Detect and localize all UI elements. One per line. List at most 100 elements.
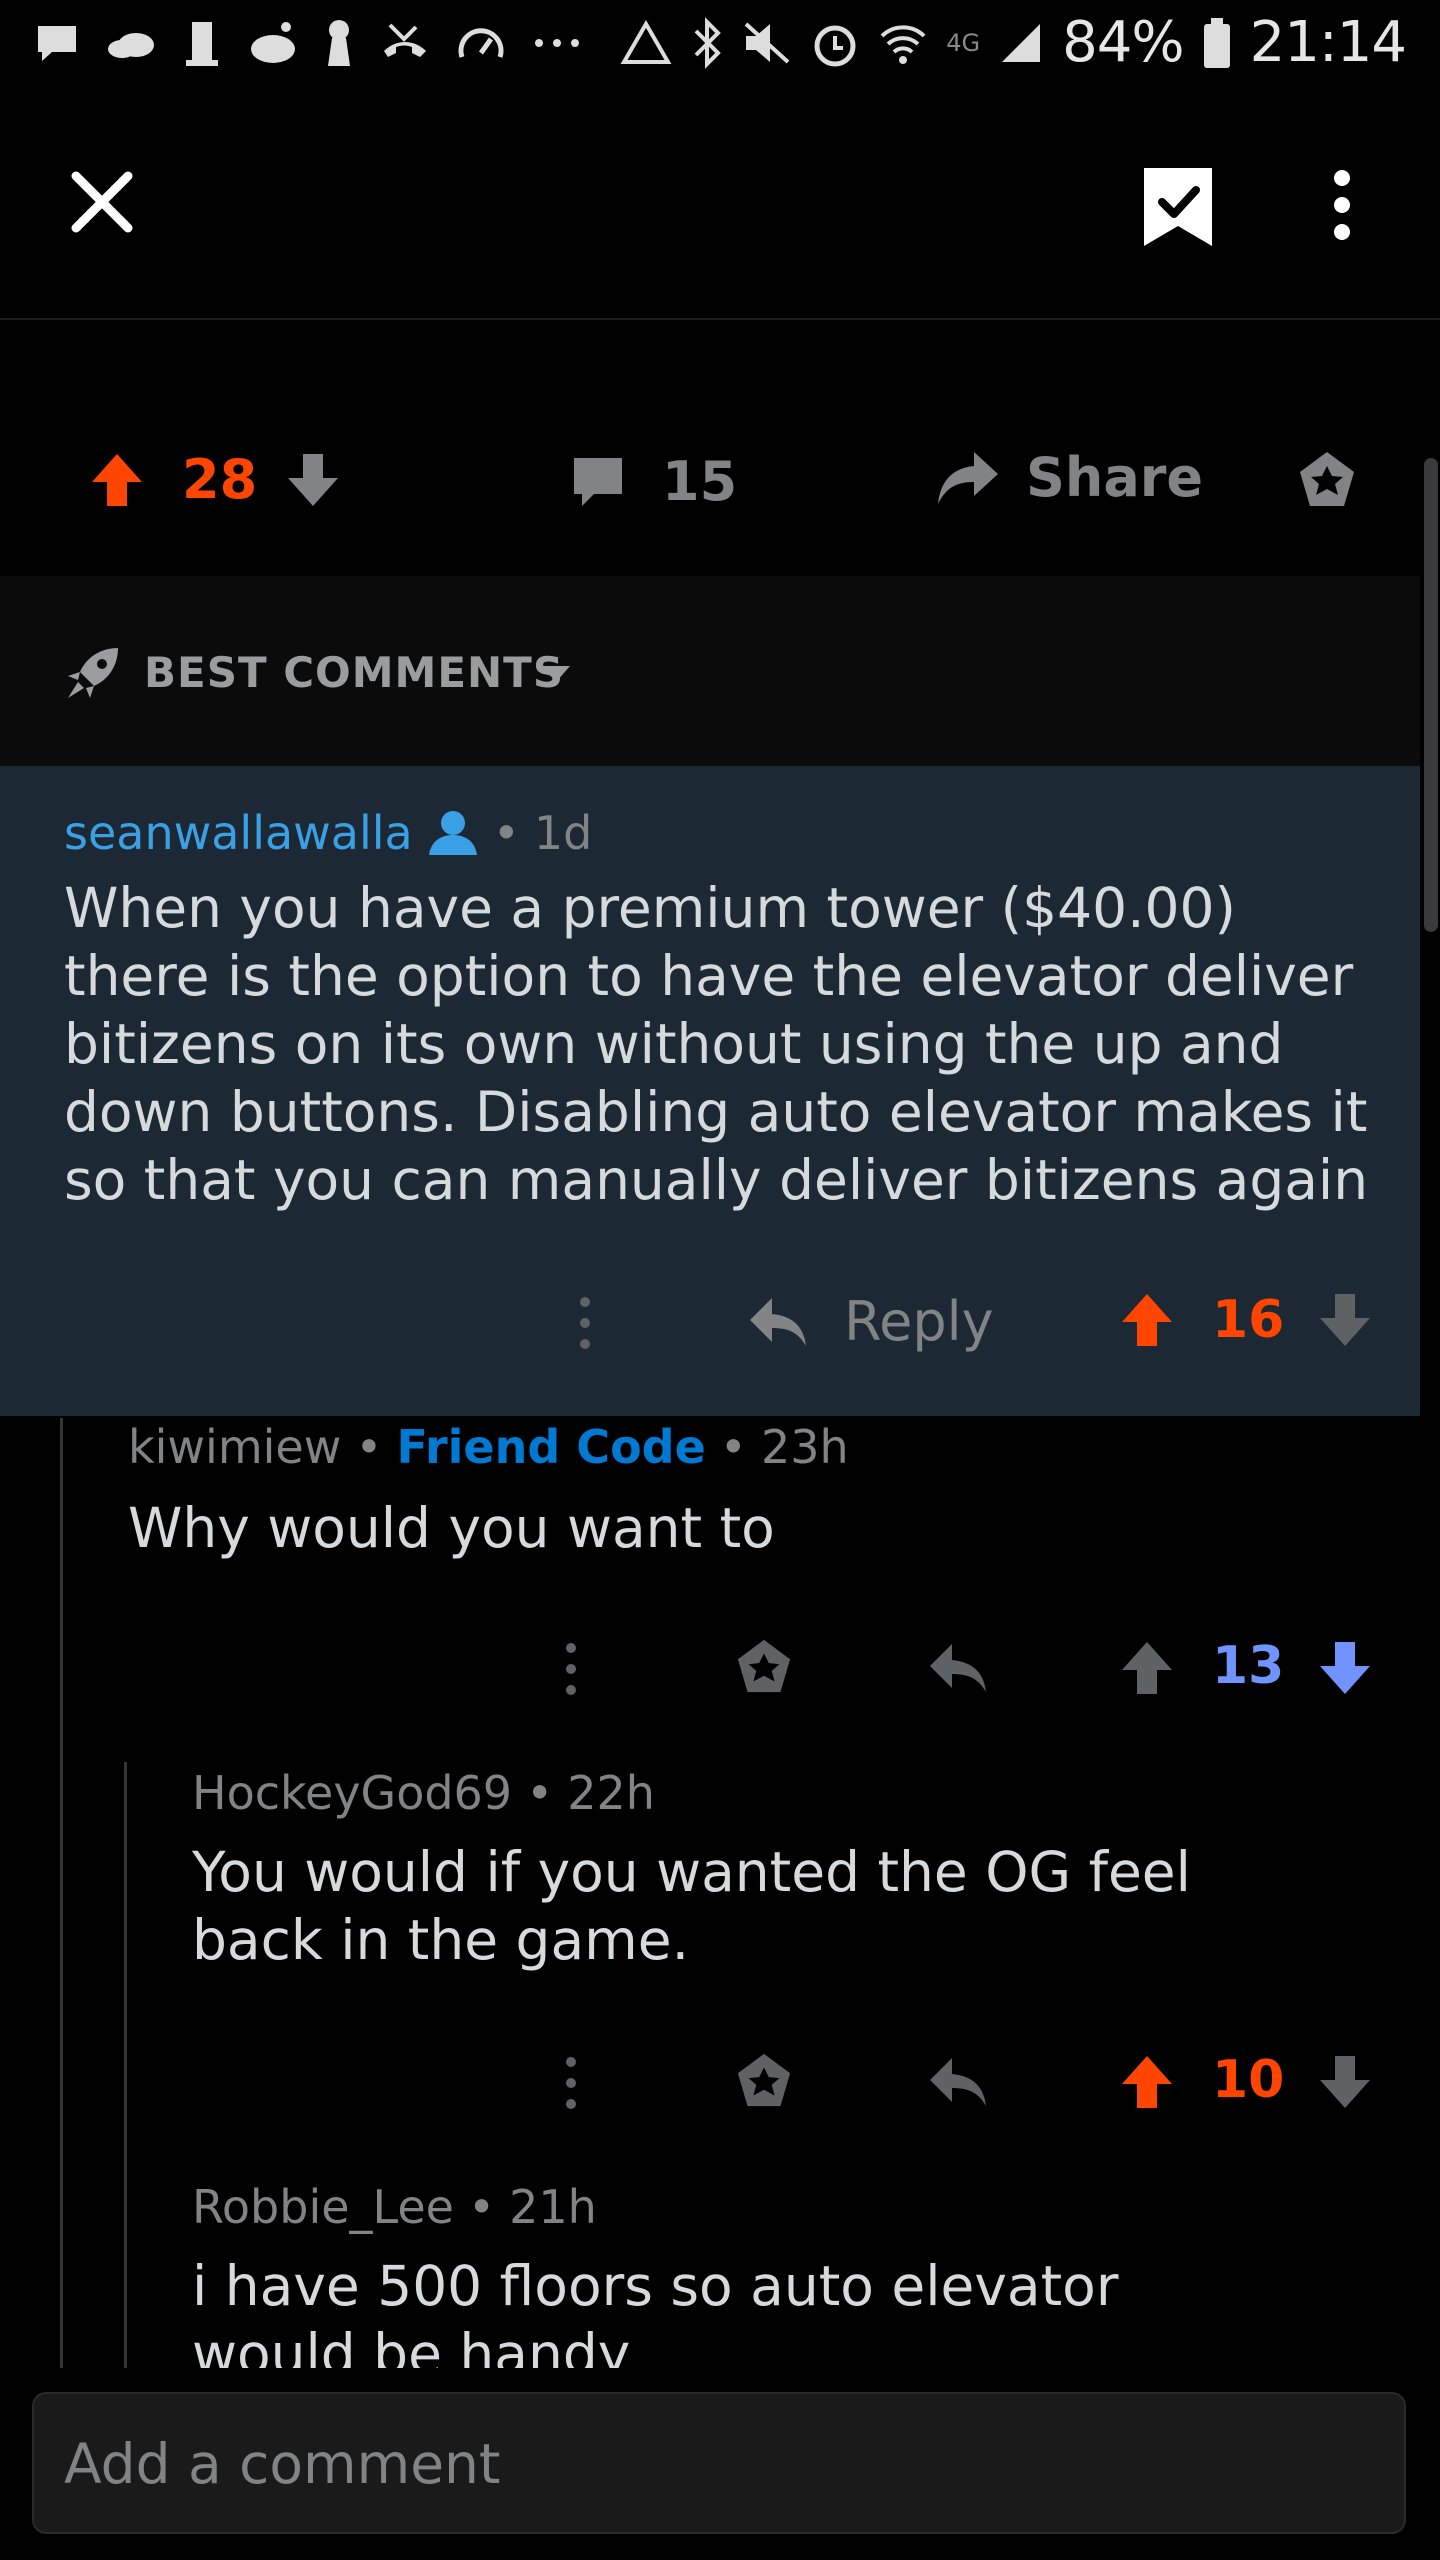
message-icon — [38, 26, 76, 61]
award-button[interactable] — [734, 2052, 794, 2110]
person-icon — [428, 811, 477, 855]
comment-author[interactable]: HockeyGod69 — [192, 1766, 512, 1820]
building-icon — [186, 22, 218, 66]
signal-icon — [1002, 23, 1041, 62]
overflow-menu-button[interactable] — [1330, 170, 1354, 240]
comment-upvote-button[interactable] — [1120, 1292, 1174, 1348]
downvote-button[interactable] — [286, 452, 340, 508]
comments-count: 15 — [662, 450, 738, 513]
comment-meta: seanwallawalla • 1d — [64, 806, 592, 860]
user-flair: Friend Code — [396, 1420, 706, 1474]
reddit-icon — [251, 22, 295, 63]
rocket-icon — [68, 648, 118, 698]
sort-label[interactable]: BEST COMMENTS — [144, 648, 564, 697]
nfc-icon — [620, 19, 672, 64]
comment-author[interactable]: seanwallawalla — [64, 806, 413, 860]
chevron-down-icon — [542, 666, 570, 682]
reply-button[interactable] — [928, 1640, 988, 1696]
thread-line-nested[interactable] — [124, 1762, 127, 2368]
save-button[interactable] — [1140, 164, 1216, 250]
comment-score: 16 — [1212, 1290, 1285, 1350]
post-score: 28 — [182, 448, 258, 511]
mute-icon — [744, 22, 790, 63]
reply-icon — [930, 1644, 986, 1692]
wifi-icon — [880, 24, 926, 64]
missed-call-icon — [384, 23, 426, 57]
meta-separator: • — [355, 1420, 383, 1474]
comments-button[interactable]: 15 — [570, 450, 737, 513]
comment-body: When you have a premium tower ($40.00) t… — [64, 876, 1369, 1212]
downvote-icon — [1320, 1294, 1370, 1346]
comment-more-button[interactable] — [562, 1642, 580, 1696]
award-icon — [737, 1639, 791, 1693]
more-notifications-icon — [535, 39, 579, 47]
reply-button[interactable] — [928, 2054, 988, 2110]
more-vertical-icon — [566, 2057, 576, 2109]
comment-downvote-button[interactable] — [1318, 2054, 1372, 2110]
comment-author[interactable]: kiwimiew — [128, 1420, 341, 1474]
comment-downvote-button[interactable] — [1318, 1292, 1372, 1348]
battery-icon — [1203, 17, 1230, 68]
comment-score: 13 — [1212, 1636, 1285, 1696]
comment-upvote-button[interactable] — [1120, 2054, 1174, 2110]
comment-upvote-button[interactable] — [1120, 1640, 1174, 1696]
award-icon — [1300, 452, 1354, 506]
system-icons: 4G 84% 21:14 — [620, 10, 1407, 75]
reply-icon — [930, 2058, 986, 2106]
reply-meta: HockeyGod69 • 22h — [192, 1766, 655, 1820]
award-icon — [737, 2053, 791, 2107]
speedometer-icon — [458, 28, 504, 58]
meta-separator: • — [492, 806, 520, 860]
comment-downvote-button[interactable] — [1318, 1640, 1372, 1696]
keyhole-icon — [328, 20, 350, 66]
reply-meta: Robbie_Lee • 21h — [192, 2180, 597, 2234]
status-bar: 4G 84% 21:14 — [0, 0, 1440, 96]
award-button[interactable] — [1296, 450, 1358, 510]
award-button[interactable] — [734, 1638, 794, 1696]
save-icon — [1144, 168, 1212, 246]
comment-age: 21h — [509, 2180, 597, 2234]
cloud-icon — [108, 33, 154, 58]
meta-separator: • — [719, 1420, 747, 1474]
notification-icons — [34, 18, 582, 68]
more-vertical-icon — [1334, 170, 1350, 240]
network-type: 4G — [946, 28, 981, 57]
comment-icon — [574, 457, 622, 506]
upvote-button[interactable] — [90, 452, 144, 508]
more-vertical-icon — [566, 1643, 576, 1695]
comment-more-button[interactable] — [562, 2056, 580, 2110]
comment-placeholder[interactable]: Add a comment — [64, 2432, 500, 2496]
meta-separator: • — [467, 2180, 496, 2234]
comment-body-clip: i have 500 floors so auto elevator would… — [192, 2252, 1192, 2368]
comment-age: 22h — [567, 1766, 655, 1820]
top-app-bar — [0, 96, 1440, 320]
thread-line[interactable] — [60, 1418, 63, 2368]
share-icon — [938, 451, 998, 504]
reply-meta: kiwimiew • Friend Code • 23h — [128, 1420, 849, 1474]
more-vertical-icon — [580, 1297, 590, 1349]
downvote-icon — [1320, 1642, 1370, 1694]
comment-more-button[interactable] — [576, 1296, 594, 1350]
scrollbar[interactable] — [1424, 458, 1438, 932]
upvote-icon — [1122, 1642, 1172, 1694]
comment-body: i have 500 floors so auto elevator would… — [192, 2254, 1119, 2368]
clock: 21:14 — [1249, 10, 1407, 75]
close-button[interactable] — [70, 170, 134, 234]
sort-selector[interactable] — [64, 644, 122, 702]
battery-percent: 84% — [1062, 10, 1184, 75]
bluetooth-icon — [694, 16, 722, 69]
close-icon — [71, 171, 133, 233]
share-label: Share — [1026, 446, 1204, 509]
share-button[interactable]: Share — [934, 446, 1203, 509]
upvote-icon — [92, 454, 142, 506]
upvote-icon — [1122, 2056, 1172, 2108]
alarm-icon — [814, 25, 856, 66]
reply-icon — [750, 1297, 806, 1346]
comment-body: You would if you wanted the OG feel back… — [192, 1840, 1191, 1972]
reply-label: Reply — [844, 1290, 994, 1353]
comment-author[interactable]: Robbie_Lee — [192, 2180, 454, 2234]
meta-separator: • — [526, 1766, 554, 1820]
comment-body: Why would you want to — [128, 1496, 775, 1560]
sort-dropdown-toggle[interactable] — [540, 664, 572, 684]
reply-button[interactable]: Reply — [748, 1290, 994, 1353]
